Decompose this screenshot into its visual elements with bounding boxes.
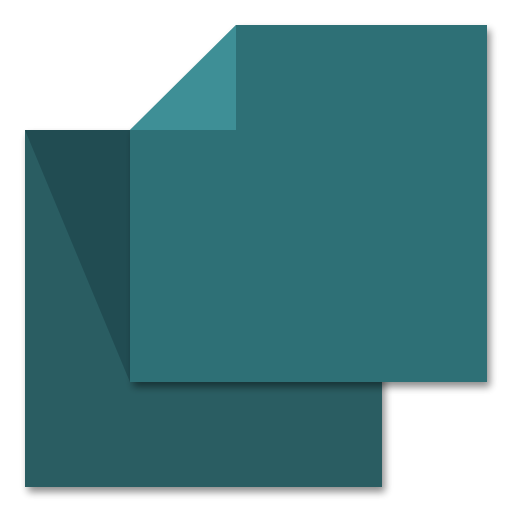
icon-canvas — [0, 0, 512, 512]
front-page-corner-fold — [130, 25, 236, 130]
copy-pages-icon — [25, 25, 487, 487]
